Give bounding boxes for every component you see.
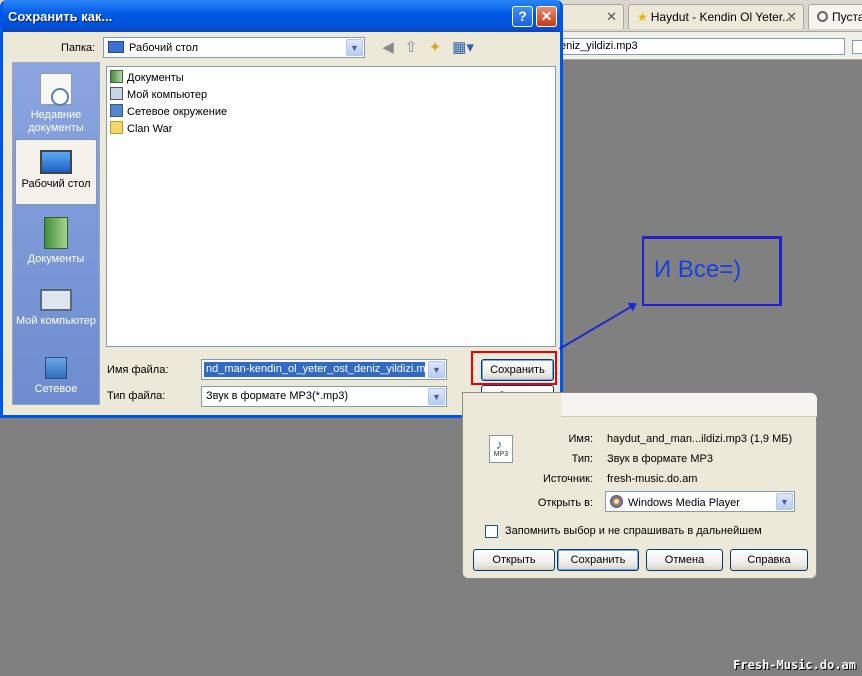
place-my-computer[interactable]: Мой компьютер [15,279,97,328]
name-label: Имя: [568,433,593,445]
arrow-annotation [559,303,636,350]
place-label: Рабочий стол [21,178,91,190]
watermark: Fresh-Music.do.am [733,658,856,672]
documents-icon [44,217,68,249]
type-value: Звук в формате MP3 [607,453,713,465]
close-icon[interactable]: ✕ [606,9,617,25]
up-folder-icon[interactable]: ⇧ [402,39,420,57]
new-folder-icon[interactable]: ✦ [426,39,444,57]
tab-label: Haydut - Kendin Ol Yeter... [650,10,793,24]
dialog-titlebar[interactable]: Сохранить как... ? ✕ [3,0,560,32]
save-button[interactable]: Сохранить [557,549,639,571]
view-menu-icon[interactable]: ▦▾ [451,39,475,57]
file-name: Clan War [127,123,173,135]
open-button[interactable]: Открыть [473,549,555,571]
type-label: Тип: [571,453,593,465]
save-button[interactable]: Сохранить [481,359,554,381]
place-network[interactable]: Сетевое [15,351,97,396]
close-button[interactable]: ✕ [536,6,557,27]
place-recent[interactable]: Недавние документы [15,67,97,135]
folder-icon [110,121,123,134]
remember-label: Запомнить выбор и не спрашивать в дальне… [505,525,762,537]
filetype-select[interactable]: Звук в формате MP3(*.mp3) ▼ [201,386,447,407]
save-as-dialog: Сохранить как... ? ✕ Папка: Рабочий стол… [0,0,563,418]
desktop-icon [40,150,72,174]
annotation-text: И Все=) [654,256,742,283]
filename-input[interactable]: nd_man-kendin_ol_yeter_ost_deniz_yildizi… [201,359,447,380]
download-dialog: MP3 Имя: haydut_and_man...ildizi.mp3 (1,… [462,392,817,579]
cancel-button[interactable]: Отмена [646,549,723,571]
place-label: Сетевое [34,383,78,395]
help-button[interactable]: ? [512,6,533,27]
list-item[interactable]: Документы [110,70,184,86]
recent-documents-icon [40,73,72,106]
browser-tab-3[interactable]: Пуста [808,4,862,29]
open-with-value: Windows Media Player [628,497,740,509]
filetype-value: Звук в формате MP3(*.mp3) [206,390,349,402]
tab-label: Пуста [832,10,862,24]
browser-tab-1[interactable]: ✕ [560,4,624,29]
list-item[interactable]: Clan War [110,121,172,137]
chevron-down-icon[interactable]: ▼ [428,361,445,378]
close-icon[interactable]: ✕ [786,9,797,25]
filetype-label: Тип файла: [107,390,166,402]
network-icon [45,357,67,379]
chevron-down-icon[interactable]: ▼ [776,493,793,510]
place-documents[interactable]: Документы [15,211,97,266]
file-name: Сетевое окружение [127,106,228,118]
place-label: Недавние документы [28,109,84,134]
file-list[interactable]: Документы Мой компьютер Сетевое окружени… [106,66,556,347]
folder-select[interactable]: Рабочий стол ▼ [103,37,365,58]
place-label: Мой компьютер [15,315,97,327]
source-value: fresh-music.do.am [607,473,698,485]
documents-icon [110,70,123,83]
dialog-title: Сохранить как... [8,9,113,24]
chevron-down-icon[interactable]: ▼ [346,39,363,56]
name-value: haydut_and_man...ildizi.mp3 (1,9 МБ) [607,433,793,445]
file-name: Мой компьютер [127,89,208,101]
network-icon [110,104,123,117]
back-icon[interactable]: ◀ [379,39,397,57]
dialog-header-strip [561,393,817,417]
chevron-down-icon[interactable]: ▼ [428,388,445,405]
media-player-icon [610,495,623,508]
file-name: Документы [127,72,184,84]
remember-checkbox[interactable] [485,525,498,538]
url-input[interactable]: eniz_yildizi.mp3 [555,38,845,55]
places-bar: Недавние документы Рабочий стол Документ… [12,62,100,405]
side-field[interactable] [852,40,862,54]
open-with-label: Открыть в: [537,497,593,509]
computer-icon [110,87,123,100]
folder-label: Папка: [61,42,96,54]
folder-value: Рабочий стол [129,42,199,54]
help-button[interactable]: Справка [730,549,808,571]
place-label: Документы [27,253,85,265]
place-desktop[interactable]: Рабочий стол [15,139,97,205]
open-with-select[interactable]: Windows Media Player ▼ [605,491,795,512]
computer-icon [40,289,72,311]
loading-icon [817,11,828,22]
url-text: eniz_yildizi.mp3 [560,40,638,52]
source-label: Источник: [542,473,593,485]
desktop-icon [108,41,124,53]
list-item[interactable]: Сетевое окружение [110,104,227,120]
filename-value: nd_man-kendin_ol_yeter_ost_deniz_yildizi… [204,362,425,377]
filename-label: Имя файла: [107,364,169,376]
star-icon: ★ [637,10,648,24]
list-item[interactable]: Мой компьютер [110,87,207,103]
browser-tab-2[interactable]: ★ Haydut - Kendin Ol Yeter... ✕ [628,4,804,29]
